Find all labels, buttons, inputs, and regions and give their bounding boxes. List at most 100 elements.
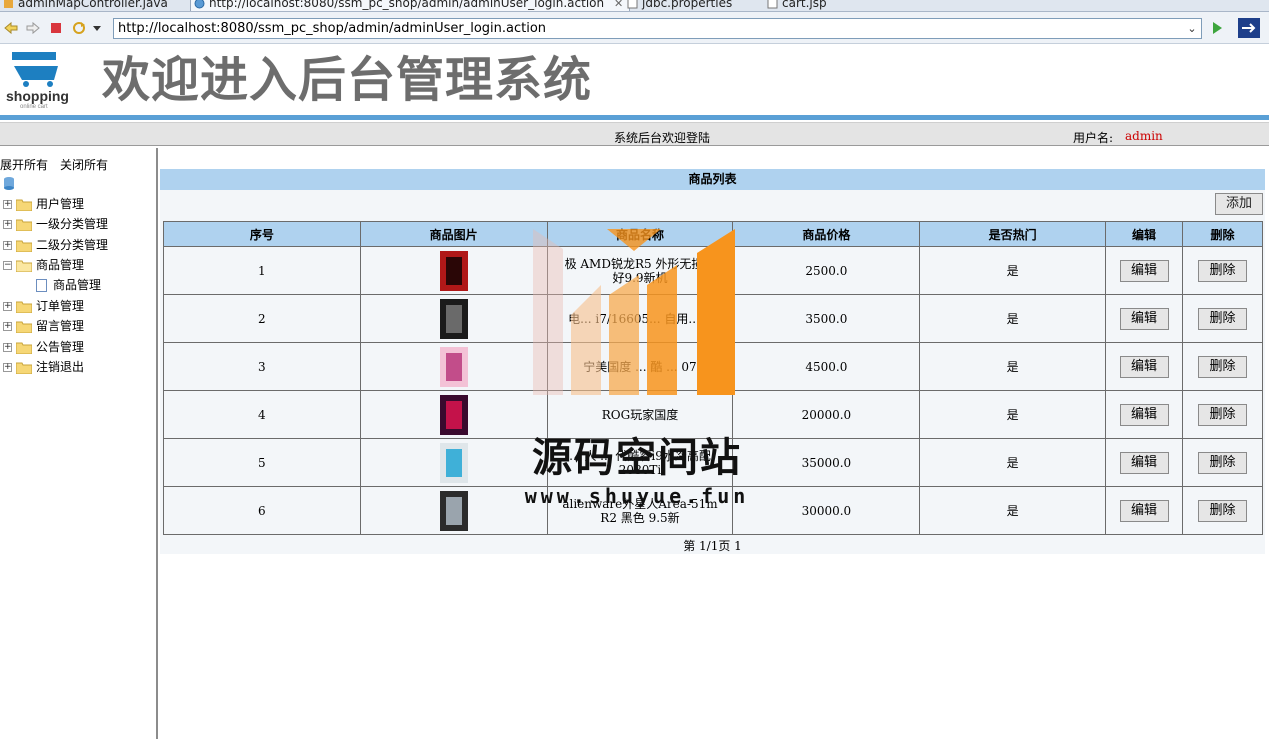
table-row: 3 宁美国度 ... 酷 ... 07 4500.0 是编辑 删除	[163, 342, 1264, 391]
column-header-price: 商品价格	[732, 221, 921, 247]
expand-icon[interactable]: +	[3, 343, 12, 352]
url-dropdown-icon[interactable]: ⌄	[1185, 19, 1199, 38]
editor-tab-adminmapcontroller[interactable]: adminMapController.java	[0, 0, 174, 11]
expand-icon[interactable]: +	[3, 322, 12, 331]
expand-icon[interactable]: +	[3, 200, 12, 209]
delete-button[interactable]: 删除	[1197, 451, 1247, 474]
edit-cell: 编辑	[1105, 246, 1183, 295]
product-image-cell	[359, 246, 548, 295]
collapse-icon[interactable]: −	[3, 261, 12, 270]
folder-icon	[16, 219, 32, 231]
folder-icon	[16, 301, 32, 313]
logo-subtitle: online cart	[20, 104, 48, 110]
close-icon[interactable]: ✕	[614, 0, 623, 10]
chevron-down-icon[interactable]	[92, 20, 102, 36]
edit-button[interactable]: 编辑	[1119, 451, 1169, 474]
delete-cell: 删除	[1181, 390, 1264, 439]
product-image-cell	[359, 486, 548, 535]
forward-arrow-icon[interactable]	[25, 20, 41, 36]
delete-cell: 删除	[1181, 246, 1264, 295]
expand-icon[interactable]: +	[3, 363, 12, 372]
delete-button[interactable]: 删除	[1197, 259, 1247, 282]
open-folder-icon	[16, 260, 32, 272]
product-price: 4500.0	[732, 342, 921, 391]
username-value: admin	[1125, 129, 1163, 143]
column-header-image: 商品图片	[359, 221, 548, 247]
add-product-button[interactable]: 添加	[1215, 193, 1263, 215]
product-price: 30000.0	[732, 486, 921, 535]
product-image	[439, 346, 468, 387]
table-row: 2 电... i7/16605... 自用...新 3500.0 是编辑 删除	[163, 294, 1264, 343]
editor-tab-browser[interactable]: http://localhost:8080/ssm_pc_shop/admin/…	[190, 0, 631, 11]
delete-cell: 删除	[1181, 438, 1264, 487]
product-name: 极 AMD锐龙R5 外形无损僟 好9.9新机	[564, 256, 716, 285]
expand-icon[interactable]: +	[3, 302, 12, 311]
tree-node-logout[interactable]: + 注销退出	[3, 359, 84, 377]
edit-button[interactable]: 编辑	[1119, 403, 1169, 426]
go-icon[interactable]	[1209, 20, 1225, 36]
pagination[interactable]: 第 1/1页 1	[160, 537, 1265, 554]
refresh-icon[interactable]	[71, 20, 87, 36]
edit-cell: 编辑	[1105, 438, 1183, 487]
tree-node-product[interactable]: − 商品管理	[3, 257, 84, 275]
tree-node-category1[interactable]: + 一级分类管理	[3, 216, 108, 234]
expand-icon[interactable]: +	[3, 241, 12, 250]
watermark-url: www.shuyue.fun	[524, 484, 750, 508]
product-name-cell: 极 AMD锐龙R5 外形无损僟 好9.9新机	[546, 246, 734, 295]
logo-text: shopping	[6, 88, 69, 104]
welcome-bar: 系统后台欢迎登陆 用户名: admin	[0, 122, 1269, 146]
product-name-cell: 宁美国度 ... 酷 ... 07	[546, 342, 734, 391]
document-icon	[36, 279, 47, 292]
folder-icon	[16, 199, 32, 211]
delete-button[interactable]: 删除	[1197, 355, 1247, 378]
product-image-cell	[359, 342, 548, 391]
expand-icon[interactable]: +	[3, 220, 12, 229]
product-image-cell	[359, 390, 548, 439]
row-number: 5	[163, 438, 361, 487]
collapse-all-link[interactable]: 关闭所有	[60, 158, 108, 172]
tree-child-label: 商品管理	[53, 278, 102, 292]
folder-icon	[16, 362, 32, 374]
browser-app-icon[interactable]	[1238, 18, 1260, 38]
url-text: http://localhost:8080/ssm_pc_shop/admin/…	[118, 21, 547, 36]
product-hot: 是	[919, 486, 1107, 535]
tree-child-product-manage[interactable]: 商品管理	[36, 277, 101, 295]
delete-cell: 删除	[1181, 486, 1264, 535]
edit-cell: 编辑	[1105, 342, 1183, 391]
folder-icon	[16, 240, 32, 252]
tree-node-message[interactable]: + 留言管理	[3, 318, 84, 336]
edit-cell: 编辑	[1105, 294, 1183, 343]
edit-button[interactable]: 编辑	[1119, 307, 1169, 330]
product-hot: 是	[919, 246, 1107, 295]
delete-button[interactable]: 删除	[1197, 499, 1247, 522]
editor-tab-cart[interactable]: cart.jsp	[764, 0, 833, 11]
product-image	[439, 490, 468, 531]
product-price: 20000.0	[732, 390, 921, 439]
editor-tab-jdbc[interactable]: jdbc.properties	[624, 0, 738, 11]
product-price: 35000.0	[732, 438, 921, 487]
editor-tab-bar: adminMapController.java http://localhost…	[0, 0, 1269, 12]
back-arrow-icon[interactable]	[3, 20, 19, 36]
tree-node-order[interactable]: + 订单管理	[3, 298, 84, 316]
editor-tab-label: adminMapController.java	[18, 0, 168, 10]
product-image	[439, 298, 468, 339]
product-image-cell	[359, 438, 548, 487]
tree-node-notice[interactable]: + 公告管理	[3, 339, 84, 357]
expand-all-link[interactable]: 展开所有	[0, 158, 48, 172]
edit-button[interactable]: 编辑	[1119, 355, 1169, 378]
product-name: ROG玩家国度	[601, 407, 679, 422]
edit-button[interactable]: 编辑	[1119, 259, 1169, 282]
stop-icon[interactable]	[48, 20, 64, 36]
tree-node-label: 用户管理	[36, 197, 85, 211]
page-banner-title: 欢迎进入后台管理系统	[102, 52, 593, 108]
address-bar[interactable]: http://localhost:8080/ssm_pc_shop/admin/…	[113, 18, 1202, 39]
header-divider	[0, 115, 1269, 120]
product-price: 2500.0	[732, 246, 921, 295]
delete-button[interactable]: 删除	[1197, 307, 1247, 330]
tree-node-user[interactable]: + 用户管理	[3, 196, 84, 214]
edit-button[interactable]: 编辑	[1119, 499, 1169, 522]
row-number: 6	[163, 486, 361, 535]
tree-node-label: 二级分类管理	[36, 238, 109, 252]
delete-button[interactable]: 删除	[1197, 403, 1247, 426]
tree-node-category2[interactable]: + 二级分类管理	[3, 237, 108, 255]
